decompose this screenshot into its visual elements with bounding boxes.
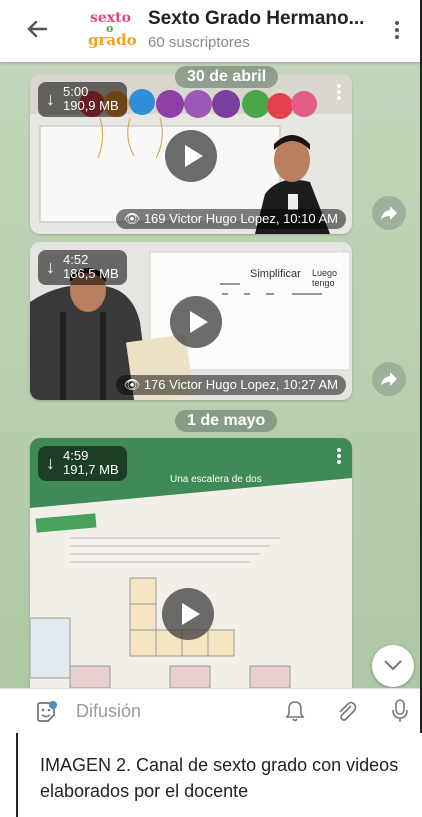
download-badge[interactable]: ↓ 5:00 190,9 MB [38, 82, 127, 117]
download-arrow-icon: ↓ [46, 453, 55, 473]
attachment-icon[interactable] [334, 699, 358, 723]
broadcast-field[interactable]: Difusión [76, 701, 141, 722]
channel-logo[interactable]: sexto o grado [86, 6, 138, 56]
video-duration: 4:59 [63, 448, 89, 463]
bell-icon[interactable] [284, 699, 306, 723]
video-duration: 5:00 [63, 84, 89, 99]
message-footer: 176 Victor Hugo Lopez, 10:27 AM [143, 377, 338, 392]
composer-bar: Difusión [0, 688, 420, 733]
video-size: 186,5 MB [63, 266, 119, 281]
board-text: Simplificar [250, 268, 301, 280]
microphone-icon[interactable] [390, 698, 410, 724]
message-list[interactable]: ↓ 5:00 190,9 MB 👁 169 Victor Hugo Lopez,… [0, 62, 420, 688]
download-badge[interactable]: ↓ 4:52 186,5 MB [38, 250, 127, 285]
emoji-sticker-icon[interactable] [35, 701, 57, 723]
scroll-down-button[interactable] [372, 645, 414, 687]
date-separator: 1 de mayo [175, 410, 278, 432]
figure-caption: IMAGEN 2. Canal de sexto grado con video… [40, 755, 399, 801]
share-icon[interactable] [372, 362, 406, 396]
video-message[interactable]: ↓ 5:00 190,9 MB 👁 169 Victor Hugo Lopez,… [30, 74, 352, 234]
download-badge[interactable]: ↓ 4:59 191,7 MB [38, 446, 127, 481]
video-duration: 4:52 [63, 252, 89, 267]
views-icon: 👁 [123, 377, 141, 392]
date-separator: 30 de abril [175, 66, 279, 88]
subscriber-count: 60 suscriptores [148, 34, 250, 51]
video-size: 190,9 MB [63, 98, 119, 113]
share-icon[interactable] [372, 196, 406, 230]
channel-title[interactable]: Sexto Grado Hermano... [148, 8, 364, 30]
more-options-icon[interactable] [392, 18, 402, 44]
video-menu-icon[interactable] [336, 82, 342, 104]
play-button[interactable] [170, 296, 222, 348]
board-text: Luego tengo [312, 268, 338, 288]
phone-screen: sexto o grado Sexto Grado Hermano... 60 … [0, 0, 422, 733]
download-arrow-icon: ↓ [46, 89, 55, 109]
video-size: 191,7 MB [63, 462, 119, 477]
back-arrow-icon[interactable] [22, 14, 52, 44]
video-message[interactable]: ↓ 4:52 186,5 MB Simplificar Luego tengo … [30, 242, 352, 400]
download-arrow-icon: ↓ [46, 257, 55, 277]
play-button[interactable] [162, 588, 214, 640]
video-menu-icon[interactable] [336, 446, 342, 468]
book-title: Una escalera de dos [170, 474, 262, 485]
caption-border [16, 733, 18, 817]
play-button[interactable] [165, 130, 217, 182]
message-footer: 169 Victor Hugo Lopez, 10:10 AM [143, 211, 338, 226]
video-message[interactable]: Una escalera de dos ↓ 4:59 191,7 MB [30, 438, 352, 688]
channel-header: sexto o grado Sexto Grado Hermano... 60 … [0, 0, 420, 62]
views-icon: 👁 [123, 211, 141, 226]
